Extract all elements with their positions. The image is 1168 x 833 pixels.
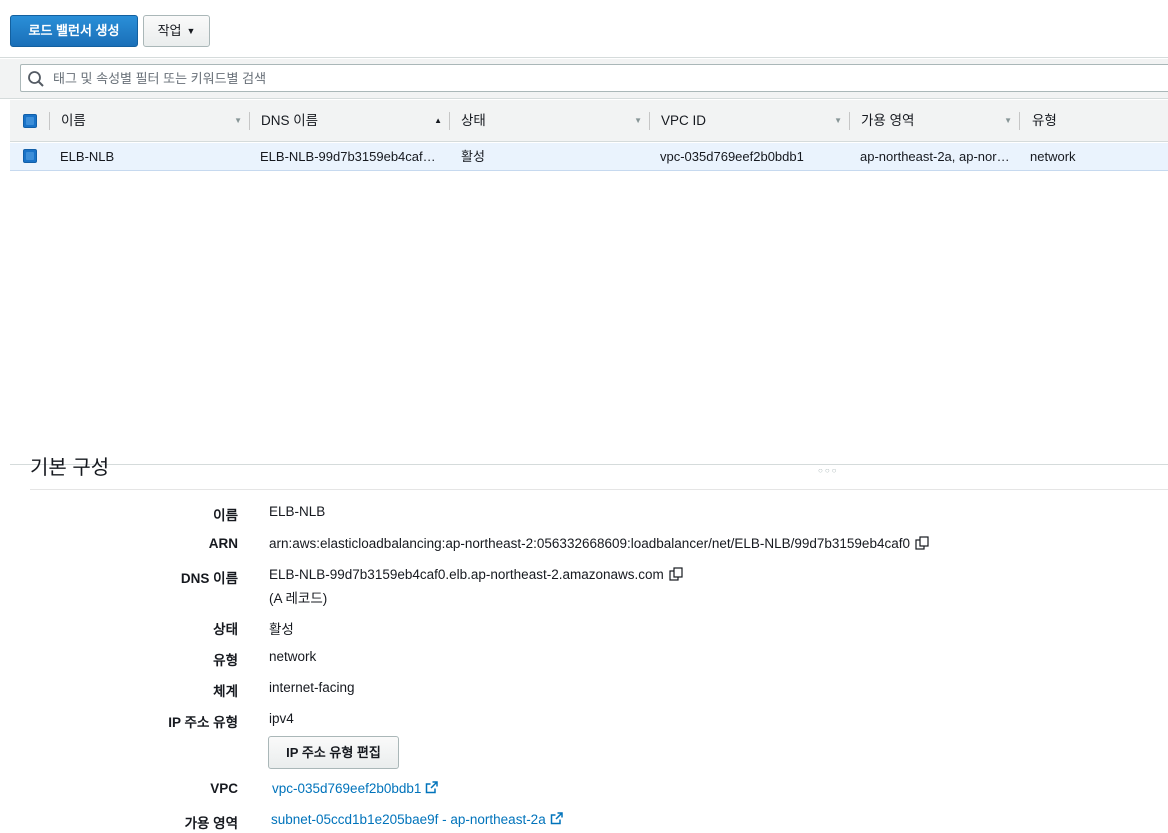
detail-value-vpc: vpc-035d769eef2b0bdb1 <box>272 781 439 796</box>
external-link-icon[interactable] <box>550 812 563 825</box>
detail-value-scheme: internet-facing <box>269 680 355 695</box>
detail-label-state: 상태 <box>213 622 238 637</box>
column-separator <box>1019 112 1020 130</box>
column-header-state[interactable]: 상태 ▼ <box>449 100 650 142</box>
detail-value-type: network <box>269 649 317 664</box>
sort-icon[interactable]: ▼ <box>634 100 642 142</box>
detail-value-name: ELB-NLB <box>269 504 326 519</box>
column-header-vpc-id[interactable]: VPC ID ▼ <box>649 100 850 142</box>
column-separator <box>249 112 250 130</box>
column-label: 가용 영역 <box>861 113 915 128</box>
copy-icon[interactable] <box>669 567 683 581</box>
toolbar: 로드 밸런서 생성 작업 ▼ <box>0 0 1168 58</box>
detail-value-arn: arn:aws:elasticloadbalancing:ap-northeas… <box>269 536 929 551</box>
column-separator <box>849 112 850 130</box>
table-header: 이름 ▼ DNS 이름 ▲ 상태 ▼ VPC ID ▼ 가용 영역 ▼ 유형 <box>10 100 1168 142</box>
search-input[interactable] <box>51 67 1151 89</box>
detail-label-dns: DNS 이름 <box>180 571 238 586</box>
detail-label-vpc: VPC <box>210 781 238 796</box>
actions-dropdown-button[interactable]: 작업 ▼ <box>143 15 210 47</box>
dns-record-note: (A 레코드) <box>269 591 328 606</box>
cell-dns: ELB-NLB-99d7b3159eb4caf… <box>260 149 436 164</box>
cell-name: ELB-NLB <box>60 149 115 164</box>
sort-icon[interactable]: ▼ <box>234 100 242 142</box>
column-label: 유형 <box>1032 113 1057 128</box>
vpc-link[interactable]: vpc-035d769eef2b0bdb1 <box>272 781 421 796</box>
detail-label-az: 가용 영역 <box>184 816 238 831</box>
filter-bar <box>0 59 1168 99</box>
table-row[interactable]: ELB-NLB ELB-NLB-99d7b3159eb4caf… 활성 vpc-… <box>10 143 1168 171</box>
cell-vpc-id: vpc-035d769eef2b0bdb1 <box>660 149 804 164</box>
chevron-down-icon: ▼ <box>186 26 196 36</box>
detail-label-ip-type: IP 주소 유형 <box>168 715 238 730</box>
copy-icon[interactable] <box>915 536 929 550</box>
cell-state: 활성 <box>461 149 485 164</box>
column-header-dns[interactable]: DNS 이름 ▲ <box>249 100 450 142</box>
select-all-checkbox[interactable] <box>23 114 37 128</box>
column-separator <box>649 112 650 130</box>
detail-value-state: 활성 <box>269 622 294 637</box>
detail-value-az: subnet-05ccd1b1e205bae9f - ap-northeast-… <box>271 812 563 827</box>
detail-label-scheme: 체계 <box>213 684 238 699</box>
section-divider <box>30 489 1168 490</box>
column-header-name[interactable]: 이름 ▼ <box>49 100 250 142</box>
panel-splitter[interactable] <box>10 464 1168 465</box>
actions-button-label: 작업 <box>157 23 182 38</box>
detail-value-dns: ELB-NLB-99d7b3159eb4caf0.elb.ap-northeas… <box>269 567 683 582</box>
search-icon <box>28 71 44 87</box>
sort-ascending-icon[interactable]: ▲ <box>434 100 442 142</box>
column-label: VPC ID <box>661 113 707 128</box>
column-header-az[interactable]: 가용 영역 ▼ <box>849 100 1020 142</box>
cell-type: network <box>1030 149 1076 164</box>
column-header-type[interactable]: 유형 <box>1019 100 1168 142</box>
arn-text: arn:aws:elasticloadbalancing:ap-northeas… <box>269 536 910 551</box>
column-label: DNS 이름 <box>261 113 319 128</box>
detail-label-type: 유형 <box>213 653 238 668</box>
subnet-link[interactable]: subnet-05ccd1b1e205bae9f - ap-northeast-… <box>271 812 546 827</box>
search-box[interactable] <box>20 64 1168 92</box>
cell-az: ap-northeast-2a, ap-nor… <box>860 149 1010 164</box>
column-separator <box>449 112 450 130</box>
column-separator <box>49 112 50 130</box>
sort-icon[interactable]: ▼ <box>1004 100 1012 142</box>
section-title: 기본 구성 <box>30 457 110 479</box>
row-checkbox[interactable] <box>23 149 37 163</box>
detail-label-arn: ARN <box>208 536 238 551</box>
dns-text: ELB-NLB-99d7b3159eb4caf0.elb.ap-northeas… <box>269 567 664 582</box>
sort-icon[interactable]: ▼ <box>834 100 842 142</box>
column-label: 상태 <box>461 113 486 128</box>
detail-label-name: 이름 <box>213 508 238 523</box>
edit-ip-address-type-button[interactable]: IP 주소 유형 편집 <box>268 736 399 769</box>
column-label: 이름 <box>61 113 86 128</box>
create-load-balancer-button[interactable]: 로드 밸런서 생성 <box>10 15 138 47</box>
drag-handle-icon[interactable]: ○○○ <box>818 466 839 475</box>
detail-value-ip-type: ipv4 <box>269 711 294 726</box>
external-link-icon[interactable] <box>425 781 439 794</box>
